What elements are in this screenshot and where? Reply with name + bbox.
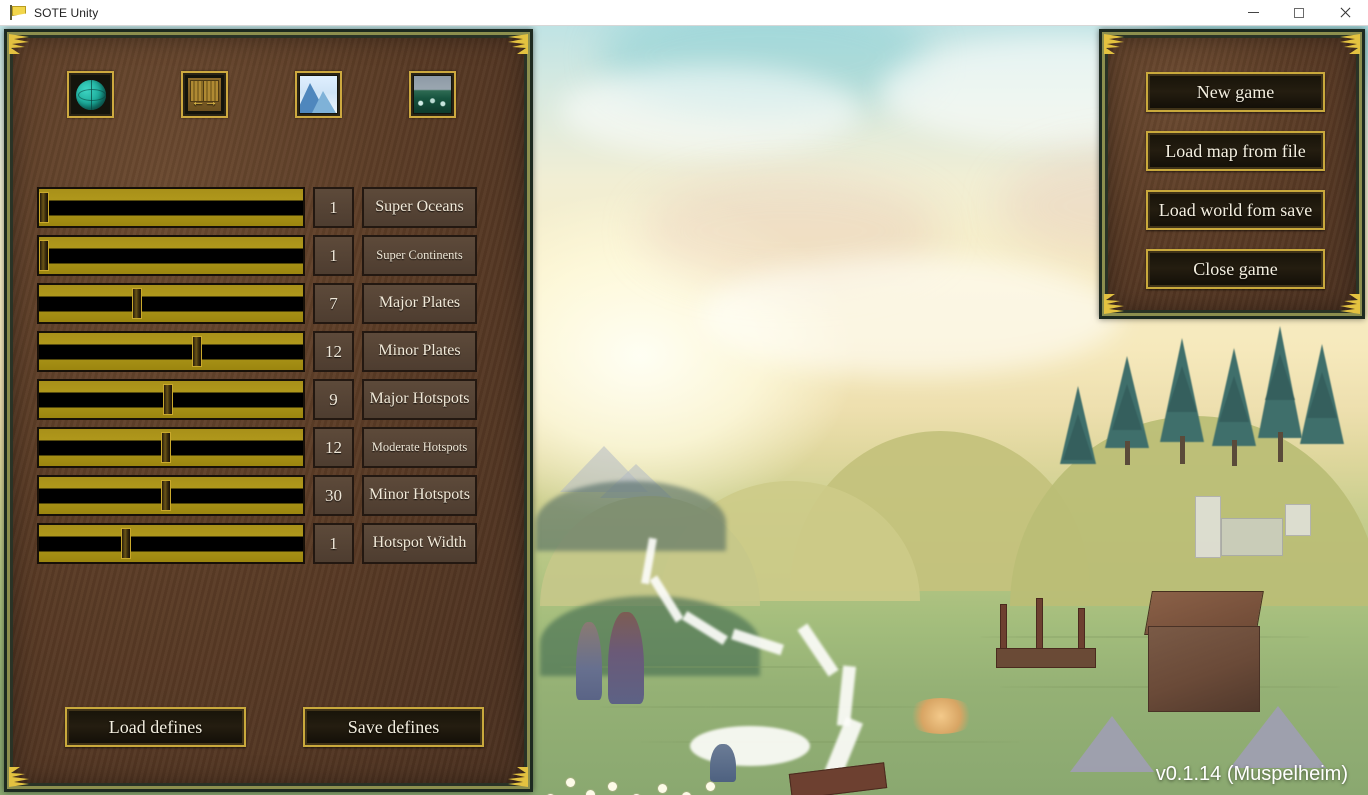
- slider-value-major-hotspots[interactable]: 9: [313, 379, 354, 420]
- game-viewport: ← → 1 Super Oceans 1 Super Continents 7 …: [0, 26, 1368, 795]
- close-button[interactable]: [1322, 0, 1368, 26]
- defines-actions: Load defines Save defines: [65, 707, 484, 747]
- slider-label-hotspot-width[interactable]: Hotspot Width: [362, 523, 477, 564]
- save-defines-button[interactable]: Save defines: [303, 707, 484, 747]
- slider-row: 1 Hotspot Width: [37, 523, 497, 564]
- slider-value-super-oceans[interactable]: 1: [313, 187, 354, 228]
- plates-icon: ← →: [188, 78, 221, 111]
- ornament-corner-icon: [507, 33, 529, 55]
- slider-row: 1 Super Continents: [37, 235, 497, 276]
- close-icon: [1339, 7, 1351, 19]
- main-menu-list: New game Load map from file Load world f…: [1146, 72, 1325, 289]
- slider-groove: [39, 344, 303, 359]
- slider-value-minor-plates[interactable]: 12: [313, 331, 354, 372]
- slider-row: 9 Major Hotspots: [37, 379, 497, 420]
- slider-handle[interactable]: [121, 528, 132, 559]
- slider-groove: [39, 488, 303, 503]
- slider-moderate-hotspots[interactable]: [37, 427, 305, 468]
- window-controls: [1230, 0, 1368, 26]
- ornament-corner-icon: [1339, 33, 1361, 55]
- version-label: v0.1.14 (Muspelheim): [1155, 763, 1348, 785]
- title-bar: SOTE Unity: [0, 0, 1368, 26]
- figure-child: [710, 744, 736, 782]
- title-bar-left: SOTE Unity: [0, 5, 1230, 20]
- slider-value-minor-hotspots[interactable]: 30: [313, 475, 354, 516]
- slider-super-oceans[interactable]: [37, 187, 305, 228]
- slider-row: 7 Major Plates: [37, 283, 497, 324]
- slider-row: 12 Minor Plates: [37, 331, 497, 372]
- slider-super-continents[interactable]: [37, 235, 305, 276]
- slider-value-hotspot-width[interactable]: 1: [313, 523, 354, 564]
- slider-minor-plates[interactable]: [37, 331, 305, 372]
- new-game-button[interactable]: New game: [1146, 72, 1325, 112]
- tab-terrain[interactable]: [295, 71, 342, 118]
- slider-value-moderate-hotspots[interactable]: 12: [313, 427, 354, 468]
- slider-handle[interactable]: [160, 480, 171, 511]
- minimize-button[interactable]: [1230, 0, 1276, 26]
- slider-groove: [39, 296, 303, 311]
- app-window: SOTE Unity ← → 1 Super Oceans 1 Super Co…: [0, 0, 1368, 795]
- tab-planet-thumb: [72, 76, 109, 113]
- slider-label-super-oceans[interactable]: Super Oceans: [362, 187, 477, 228]
- slider-row: 12 Moderate Hotspots: [37, 427, 497, 468]
- slider-groove: [39, 440, 303, 455]
- slider-label-moderate-hotspots[interactable]: Moderate Hotspots: [362, 427, 477, 468]
- tab-ocean-thumb: [414, 76, 451, 113]
- category-tabs: ← →: [67, 71, 456, 118]
- slider-handle[interactable]: [131, 288, 142, 319]
- ornament-corner-icon: [1103, 293, 1125, 315]
- slider-handle[interactable]: [39, 192, 50, 223]
- maximize-icon: [1294, 7, 1304, 18]
- ornament-corner-icon: [1103, 33, 1125, 55]
- slider-handle[interactable]: [192, 336, 203, 367]
- maximize-button[interactable]: [1276, 0, 1322, 26]
- slider-value-super-continents[interactable]: 1: [313, 235, 354, 276]
- flag-icon: [9, 5, 26, 20]
- ornament-corner-icon: [8, 766, 30, 788]
- ornament-corner-icon: [1339, 293, 1361, 315]
- tab-terrain-thumb: [300, 76, 337, 113]
- slider-label-major-hotspots[interactable]: Major Hotspots: [362, 379, 477, 420]
- slider-label-super-continents[interactable]: Super Continents: [362, 235, 477, 276]
- slider-label-minor-plates[interactable]: Minor Plates: [362, 331, 477, 372]
- tab-planet[interactable]: [67, 71, 114, 118]
- slider-major-hotspots[interactable]: [37, 379, 305, 420]
- settings-panel: ← → 1 Super Oceans 1 Super Continents 7 …: [4, 29, 533, 792]
- figure-adult: [608, 612, 644, 704]
- slider-handle[interactable]: [39, 240, 50, 271]
- close-game-button[interactable]: Close game: [1146, 249, 1325, 289]
- slider-groove: [39, 200, 303, 215]
- slider-major-plates[interactable]: [37, 283, 305, 324]
- load-defines-button[interactable]: Load defines: [65, 707, 246, 747]
- slider-handle[interactable]: [160, 432, 171, 463]
- minimize-icon: [1247, 12, 1259, 13]
- load-world-save-button[interactable]: Load world fom save: [1146, 190, 1325, 230]
- slider-label-minor-hotspots[interactable]: Minor Hotspots: [362, 475, 477, 516]
- slider-row: 30 Minor Hotspots: [37, 475, 497, 516]
- main-menu-panel: New game Load map from file Load world f…: [1099, 29, 1365, 319]
- slider-row: 1 Super Oceans: [37, 187, 497, 228]
- slider-minor-hotspots[interactable]: [37, 475, 305, 516]
- load-map-button[interactable]: Load map from file: [1146, 131, 1325, 171]
- tab-tectonics[interactable]: ← →: [181, 71, 228, 118]
- ocean-icon: [414, 76, 451, 113]
- slider-groove: [39, 248, 303, 263]
- slider-hotspot-width[interactable]: [37, 523, 305, 564]
- mountain-icon: [300, 76, 337, 113]
- globe-icon: [75, 79, 106, 110]
- tab-tectonics-thumb: ← →: [186, 76, 223, 113]
- ornament-corner-icon: [507, 766, 529, 788]
- slider-label-major-plates[interactable]: Major Plates: [362, 283, 477, 324]
- slider-list: 1 Super Oceans 1 Super Continents 7 Majo…: [37, 187, 497, 564]
- slider-handle[interactable]: [163, 384, 174, 415]
- ornament-corner-icon: [8, 33, 30, 55]
- slider-groove: [39, 536, 303, 551]
- tab-ocean[interactable]: [409, 71, 456, 118]
- app-title: SOTE Unity: [34, 5, 99, 20]
- slider-value-major-plates[interactable]: 7: [313, 283, 354, 324]
